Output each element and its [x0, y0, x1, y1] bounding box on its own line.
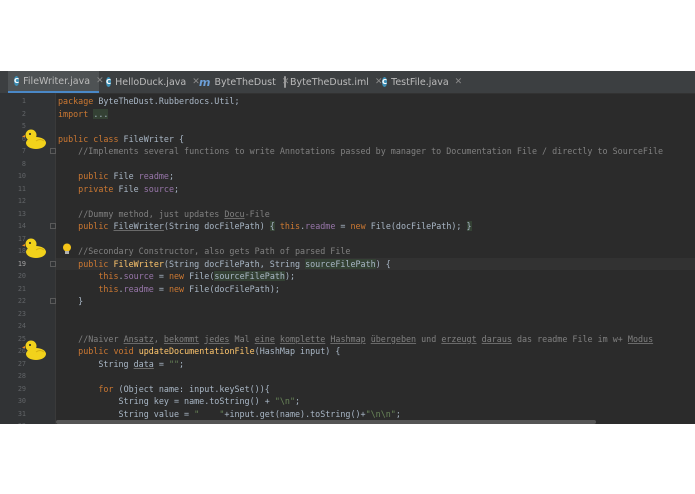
tab-helloduck[interactable]: C HelloDuck.java ✕ — [100, 71, 200, 93]
code-editor[interactable]: package ByteTheDust.Rubberdocs.Util; impo… — [56, 93, 695, 424]
tab-label: TestFile.java — [391, 76, 449, 88]
code-line[interactable]: public FileWriter(String docFilePath) { … — [56, 220, 695, 233]
code-line[interactable]: //Secondary Constructor, also gets Path … — [56, 245, 695, 258]
code-line[interactable] — [56, 308, 695, 321]
tab-label: ByteTheDust — [214, 76, 276, 88]
class-icon: C — [14, 76, 20, 86]
file-icon — [284, 76, 286, 88]
code-line[interactable] — [56, 120, 695, 133]
tab-testfile[interactable]: C TestFile.java ✕ — [376, 71, 463, 93]
horizontal-scrollbar[interactable] — [56, 420, 596, 424]
tab-label: ByteTheDust.iml — [290, 76, 369, 88]
line-number: 24 — [17, 322, 26, 330]
code-line[interactable]: } — [56, 295, 695, 308]
code-line[interactable]: private File source; — [56, 183, 695, 196]
rubber-duck-icon[interactable] — [22, 126, 48, 152]
code-text: public FileWriter(String docFilePath, St… — [78, 258, 391, 269]
code-line[interactable]: this.source = new File(sourceFilePath); — [56, 270, 695, 283]
code-line[interactable]: public FileWriter(String docFilePath, St… — [56, 257, 695, 270]
line-number: 13 — [17, 209, 26, 218]
code-text: //Dummy method, just updates Docu-File — [78, 208, 270, 219]
code-line[interactable] — [56, 370, 695, 383]
line-number: 23 — [17, 309, 26, 318]
line-number: 11 — [17, 184, 26, 193]
intention-bulb-icon[interactable] — [62, 243, 72, 255]
line-number: 32 — [0, 420, 26, 424]
code-line[interactable] — [56, 233, 695, 246]
code-text: public File readme; — [78, 171, 175, 181]
code-line[interactable]: for (Object name: input.keySet()){ — [56, 383, 695, 396]
code-text: String key = name.toString() + "\n"; — [58, 396, 301, 406]
code-line[interactable]: //Naiver Ansatz, bekommt jedes Mal eine … — [56, 333, 695, 346]
code-line[interactable] — [56, 195, 695, 208]
code-line[interactable]: String key = name.toString() + "\n"; — [56, 395, 695, 408]
code-text: String value = " "+input.get(name).toStr… — [58, 408, 401, 419]
code-line[interactable]: public class FileWriter { — [56, 133, 695, 146]
code-line[interactable]: import ... — [56, 108, 695, 121]
code-text: for (Object name: input.keySet()){ — [98, 383, 270, 394]
code-line[interactable]: String value = " "+input.get(name).toStr… — [56, 408, 695, 421]
line-number: 1 — [21, 97, 26, 105]
code-text: //Implements several functions to write … — [78, 146, 664, 156]
code-line[interactable]: package ByteTheDust.Rubberdocs.Util; — [56, 95, 695, 108]
code-text: private File source; — [78, 183, 180, 194]
code-text: //Secondary Constructor, also gets Path … — [78, 246, 351, 256]
code-text: public class FileWriter { — [58, 133, 185, 144]
line-number: 29 — [17, 384, 26, 393]
code-line[interactable]: //Implements several functions to write … — [56, 145, 695, 158]
code-text: public FileWriter(String docFilePath) { … — [78, 221, 472, 231]
line-number: 22 — [17, 297, 26, 305]
tab-bytethedust[interactable]: m ByteTheDust ✕ — [193, 71, 289, 93]
editor-tab-bar: C FileWriter.java ✕ C HelloDuck.java ✕ m… — [0, 71, 695, 94]
code-text: import ... — [58, 108, 109, 119]
line-number: 10 — [17, 172, 26, 180]
code-line[interactable]: String data = ""; — [56, 358, 695, 371]
class-icon: C — [106, 77, 112, 87]
code-text: package ByteTheDust.Rubberdocs.Util; — [58, 96, 240, 106]
line-number: 20 — [17, 272, 26, 280]
close-tab-icon[interactable]: ✕ — [455, 77, 463, 87]
line-number: 12 — [17, 197, 26, 205]
code-text: String data = ""; — [58, 358, 185, 369]
tab-label: FileWriter.java — [23, 75, 91, 87]
rubber-duck-icon[interactable] — [22, 337, 48, 363]
class-icon: C — [382, 77, 388, 87]
module-icon: m — [199, 75, 211, 89]
code-text: //Naiver Ansatz, bekommt jedes Mal eine … — [78, 333, 654, 344]
tab-label: HelloDuck.java — [115, 76, 187, 88]
code-line[interactable]: public File readme; — [56, 170, 695, 183]
line-number: 8 — [21, 159, 26, 168]
code-text: public void updateDocumentationFile(Hash… — [78, 346, 341, 356]
ide-window: C FileWriter.java ✕ C HelloDuck.java ✕ m… — [0, 71, 695, 424]
tab-filewriter[interactable]: C FileWriter.java ✕ — [8, 71, 104, 93]
rubber-duck-icon[interactable] — [22, 235, 48, 261]
line-number: 2 — [21, 109, 26, 118]
code-text: this.source = new File(sourceFilePath); — [98, 271, 296, 281]
line-number: 21 — [17, 284, 26, 293]
line-number: 31 — [17, 409, 26, 418]
code-line[interactable] — [56, 158, 695, 171]
code-text: } — [58, 296, 84, 306]
code-text: this.readme = new File(docFilePath); — [98, 283, 280, 294]
code-line[interactable]: this.readme = new File(docFilePath); — [56, 283, 695, 296]
tab-bytethedust-iml[interactable]: ByteTheDust.iml ✕ — [278, 71, 383, 93]
code-line[interactable]: //Dummy method, just updates Docu-File — [56, 208, 695, 221]
line-number: 14 — [17, 222, 26, 230]
code-line[interactable] — [56, 320, 695, 333]
line-number: 28 — [17, 372, 26, 380]
code-line[interactable]: public void updateDocumentationFile(Hash… — [56, 345, 695, 358]
line-number: 30 — [17, 397, 26, 405]
